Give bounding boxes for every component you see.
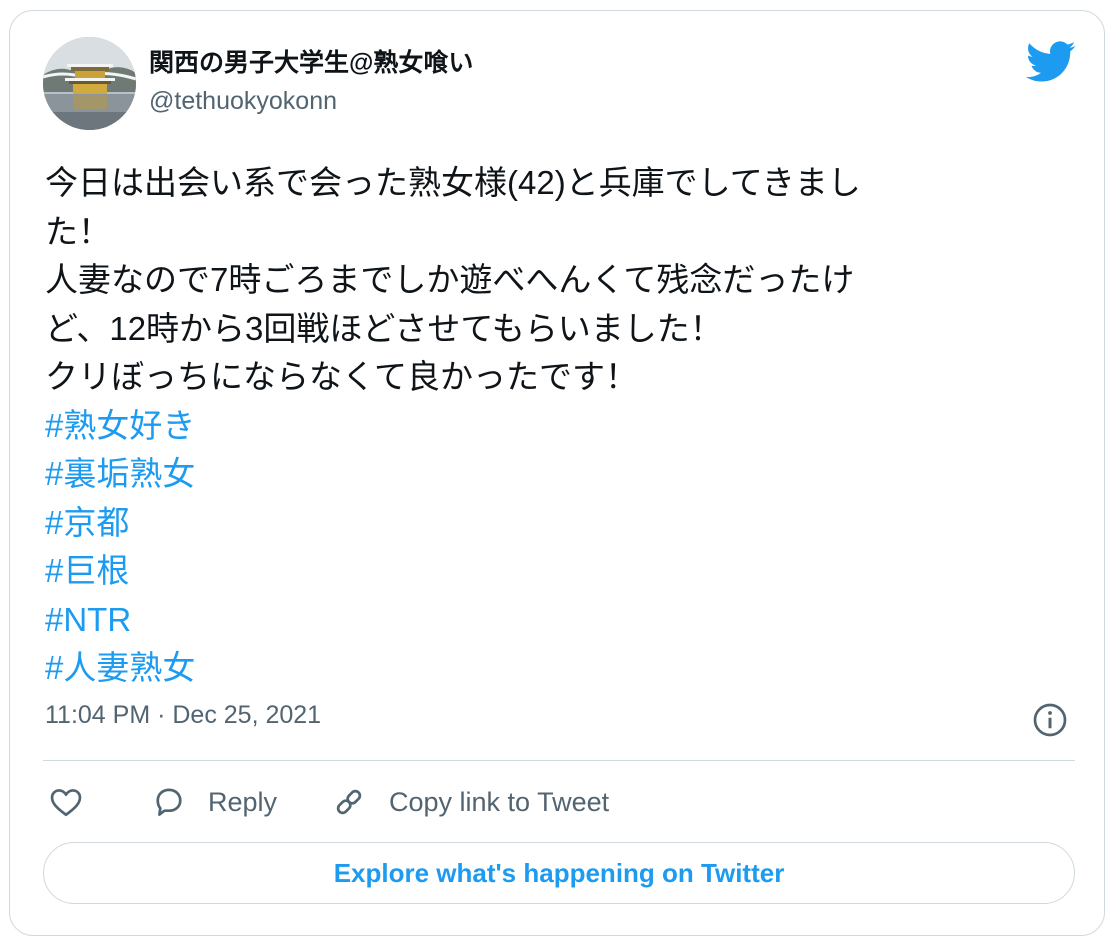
author-handle[interactable]: @tethuokyokonn: [149, 87, 337, 116]
tweet-body: 今日は出会い系で会った熟女様(42)と兵庫でしてきまし た！ 人妻なので7時ごろ…: [45, 159, 1045, 693]
tweet-text-line: 人妻なので7時ごろまでしか遊べへんくて残念だったけ: [45, 261, 855, 298]
hashtag-link[interactable]: #京都: [45, 499, 1045, 548]
hashtag-link[interactable]: #人妻熟女: [45, 644, 1045, 693]
heart-icon: [50, 789, 82, 817]
tweet-text-line: クリぼっちにならなくて良かったです！: [45, 358, 639, 395]
twitter-bird-icon[interactable]: [1026, 41, 1076, 83]
author-display-name[interactable]: 関西の男子大学生@熟女喰い: [149, 43, 473, 79]
comment-icon: [156, 788, 182, 816]
copy-link-button[interactable]: Copy link to Tweet: [331, 782, 609, 822]
explore-twitter-button[interactable]: Explore what's happening on Twitter: [43, 842, 1075, 904]
author-avatar[interactable]: [43, 37, 136, 130]
hashtag-link[interactable]: #裏垢熟女: [45, 450, 1045, 499]
reply-button[interactable]: Reply: [151, 782, 277, 822]
tweet-timestamp[interactable]: 11:04 PM · Dec 25, 2021: [45, 701, 321, 730]
tweet-text-line: た！: [45, 212, 111, 250]
avatar-image: [43, 37, 136, 130]
hashtag-link[interactable]: #NTR: [45, 596, 1045, 645]
info-icon[interactable]: [1032, 702, 1068, 738]
hashtag-link[interactable]: #熟女好き: [45, 402, 1045, 451]
tweet-card: 関西の男子大学生@熟女喰い @tethuokyokonn 今日は出会い系で会った…: [9, 10, 1105, 936]
hashtag-link[interactable]: #巨根: [45, 547, 1045, 596]
tweet-text-line: ど、12時から3回戦ほどさせてもらいました！: [45, 309, 723, 347]
copy-link-label: Copy link to Tweet: [389, 786, 610, 817]
like-button[interactable]: [48, 782, 84, 822]
link-icon: [336, 789, 362, 815]
divider: [43, 760, 1075, 761]
reply-label: Reply: [208, 786, 278, 817]
tweet-text-line: 今日は出会い系で会った熟女様(42)と兵庫でしてきまし: [45, 164, 861, 201]
